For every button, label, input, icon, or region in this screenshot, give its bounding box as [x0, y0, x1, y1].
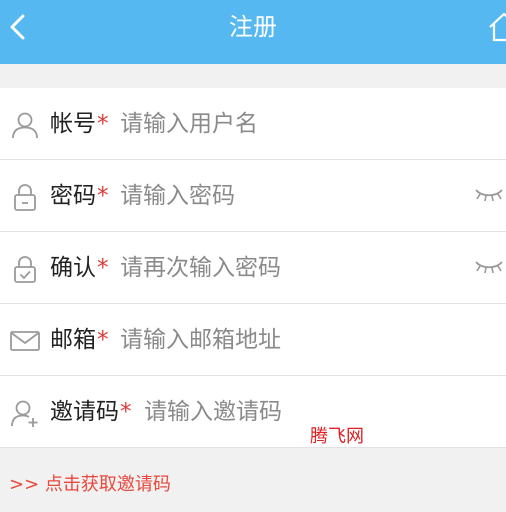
- email-label: 邮箱*: [50, 324, 109, 356]
- required-mark: *: [97, 111, 109, 137]
- get-invite-code-link[interactable]: >> 点击获取邀请码: [9, 473, 171, 497]
- email-row: 邮箱*: [0, 304, 506, 376]
- account-input[interactable]: [120, 106, 460, 142]
- confirm-label-text: 确认: [50, 255, 96, 281]
- confirm-label: 确认*: [50, 252, 109, 284]
- watermark: 腾飞网: [310, 426, 364, 447]
- invite-code-label: 邀请码*: [50, 396, 132, 428]
- invite-code-row: 邀请码*: [0, 376, 506, 448]
- home-button[interactable]: [488, 10, 506, 42]
- page-title: 注册: [229, 13, 277, 41]
- email-input[interactable]: [120, 322, 460, 358]
- password-label: 密码*: [50, 180, 109, 212]
- eye-closed-icon[interactable]: [474, 258, 504, 276]
- required-mark: *: [120, 399, 132, 425]
- account-label-text: 帐号: [50, 111, 96, 137]
- confirm-password-input[interactable]: [120, 250, 460, 286]
- account-row: 帐号*: [0, 88, 506, 160]
- add-user-icon: [11, 400, 38, 427]
- invite-code-input[interactable]: [144, 394, 460, 430]
- home-icon: [489, 12, 506, 42]
- account-label: 帐号*: [50, 108, 109, 140]
- required-mark: *: [97, 327, 109, 353]
- password-label-text: 密码: [50, 183, 96, 209]
- lock-check-icon: [14, 256, 36, 283]
- mail-icon: [10, 331, 40, 351]
- password-input[interactable]: [120, 178, 460, 214]
- password-row: 密码*: [0, 160, 506, 232]
- eye-closed-icon[interactable]: [474, 186, 504, 204]
- email-label-text: 邮箱: [50, 327, 96, 353]
- required-mark: *: [97, 183, 109, 209]
- required-mark: *: [97, 255, 109, 281]
- app-header: 注册: [0, 0, 506, 64]
- user-icon: [12, 112, 38, 139]
- confirm-row: 确认*: [0, 232, 506, 304]
- invite-code-label-text: 邀请码: [50, 399, 119, 425]
- lock-icon: [14, 184, 36, 211]
- register-form: 帐号* 密码* 确认*: [0, 88, 506, 448]
